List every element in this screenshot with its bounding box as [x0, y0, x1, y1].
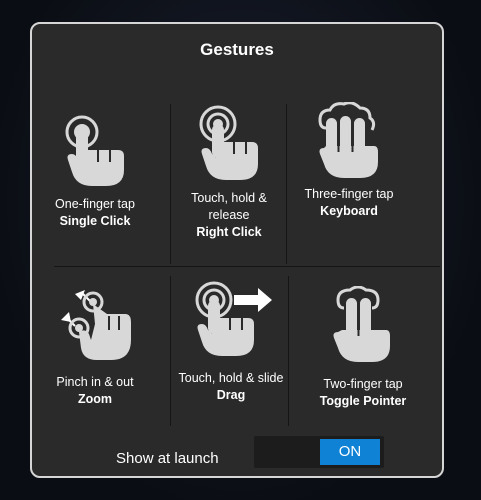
- gesture-label: Pinch in & out: [56, 375, 134, 389]
- screen-background: Gestures One-finger tap Single Click Tou…: [0, 0, 481, 500]
- three-finger-tap-icon: [318, 102, 378, 178]
- gesture-label: Three-finger tap: [304, 187, 394, 201]
- gesture-pinch: Pinch in & out Zoom: [36, 284, 154, 408]
- column-divider: [170, 276, 171, 426]
- gesture-three-finger-tap: Three-finger tap Keyboard: [290, 102, 408, 220]
- dialog-title: Gestures: [200, 40, 274, 59]
- gesture-label: Touch, hold & release: [191, 191, 267, 222]
- row-divider: [54, 266, 440, 267]
- gestures-dialog: Gestures One-finger tap Single Click Tou…: [30, 22, 444, 478]
- pinch-icon: [61, 290, 131, 360]
- two-finger-tap-icon: [333, 286, 390, 362]
- gesture-touch-hold-slide: Touch, hold & slide Drag: [172, 280, 290, 404]
- show-at-launch-label: Show at launch: [116, 450, 219, 467]
- gesture-action: Single Click: [59, 214, 131, 228]
- gesture-action: Right Click: [196, 225, 262, 239]
- one-finger-tap-icon: [65, 115, 124, 186]
- touch-hold-release-icon: [199, 105, 258, 180]
- gesture-two-finger-tap: Two-finger tap Toggle Pointer: [298, 286, 428, 410]
- gesture-one-finger-tap: One-finger tap Single Click: [36, 110, 154, 230]
- touch-hold-slide-icon: [195, 281, 272, 356]
- toggle-on-indicator[interactable]: ON: [320, 439, 380, 465]
- gesture-touch-hold-release: Touch, hold & release Right Click: [170, 104, 288, 241]
- gesture-label: Two-finger tap: [323, 377, 403, 391]
- gesture-action: Toggle Pointer: [319, 394, 407, 408]
- gesture-label: One-finger tap: [55, 197, 135, 211]
- gesture-action: Keyboard: [320, 204, 378, 218]
- show-at-launch-toggle[interactable]: ON: [254, 436, 384, 468]
- gesture-action: Drag: [216, 388, 246, 402]
- gesture-action: Zoom: [77, 392, 113, 406]
- gesture-label: Touch, hold & slide: [178, 371, 284, 385]
